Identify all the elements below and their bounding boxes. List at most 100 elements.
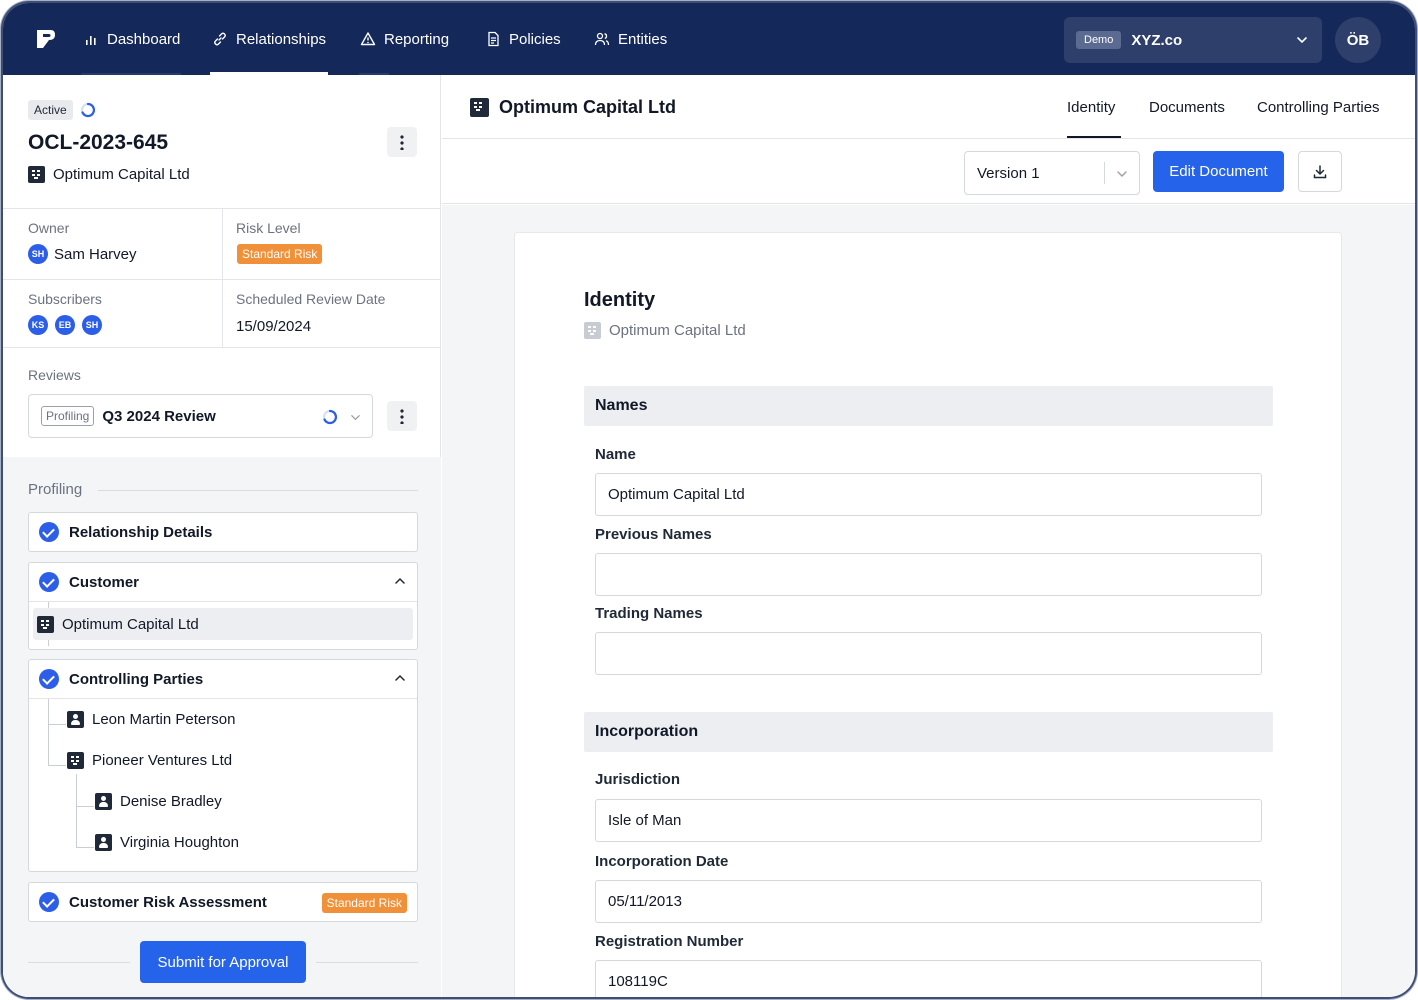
incorporation-date-label: Incorporation Date: [595, 853, 729, 870]
controlling-party-item[interactable]: Leon Martin Peterson: [29, 699, 417, 740]
person-icon: [67, 711, 84, 728]
document-subheading-text: Optimum Capital Ltd: [609, 322, 746, 339]
edit-document-button[interactable]: Edit Document: [1153, 151, 1284, 192]
divider: [316, 962, 418, 963]
case-entity[interactable]: Optimum Capital Ltd: [28, 166, 190, 183]
nav-dashboard[interactable]: Dashboard: [83, 3, 180, 75]
divider: [98, 490, 418, 491]
environment-badge: Demo: [1076, 31, 1122, 49]
user-avatar[interactable]: ÖB: [1335, 17, 1381, 63]
controlling-party-item[interactable]: Virginia Houghton: [29, 822, 417, 863]
review-date-label: Scheduled Review Date: [236, 291, 386, 307]
section-names: Names: [584, 386, 1273, 426]
document-entity-title: Optimum Capital Ltd: [470, 97, 676, 118]
subscriber-avatar: EB: [55, 315, 75, 335]
divider: [3, 279, 441, 280]
subscriber-avatar: SH: [82, 315, 102, 335]
chevron-down-icon: [1297, 37, 1307, 44]
nav-reporting[interactable]: Reporting: [360, 3, 449, 75]
document-subheading: Optimum Capital Ltd: [584, 322, 746, 339]
name-field[interactable]: [595, 473, 1262, 516]
registration-number-field[interactable]: [595, 960, 1262, 997]
nav-policies[interactable]: Policies: [485, 3, 561, 75]
step-relationship-details[interactable]: Relationship Details: [28, 512, 418, 552]
trading-names-field[interactable]: [595, 632, 1262, 675]
party-name: Pioneer Ventures Ltd: [92, 752, 233, 769]
previous-names-label: Previous Names: [595, 526, 712, 543]
nav-label: Dashboard: [107, 30, 181, 48]
case-entity-name: Optimum Capital Ltd: [53, 166, 190, 183]
step-label: Relationship Details: [69, 523, 213, 541]
check-circle-icon: [39, 522, 59, 542]
risk-level-value: Standard Risk: [237, 244, 323, 264]
case-menu-button[interactable]: [387, 127, 417, 157]
person-icon: [95, 834, 112, 851]
organization-selector[interactable]: Demo XYZ.co: [1064, 17, 1322, 63]
owner-label: Owner: [28, 220, 70, 236]
organization-name: XYZ.co: [1131, 31, 1183, 49]
person-icon: [95, 793, 112, 810]
incorporation-date-field[interactable]: [595, 880, 1262, 923]
customer-entity-item[interactable]: Optimum Capital Ltd: [33, 608, 413, 640]
profiling-steps: Profiling Relationship Details Customer: [3, 457, 441, 997]
review-menu-button[interactable]: [387, 401, 417, 431]
version-value: Version 1: [977, 164, 1040, 182]
tab-documents[interactable]: Documents: [1149, 99, 1225, 116]
step-customer[interactable]: Customer Optimum Capital Ltd: [28, 562, 418, 650]
review-selector[interactable]: Profiling Q3 2024 Review: [28, 394, 373, 438]
subscriber-avatar: KS: [28, 315, 48, 335]
controlling-party-item[interactable]: Pioneer Ventures Ltd: [29, 740, 417, 781]
party-name: Virginia Houghton: [120, 834, 239, 851]
nav-label: Reporting: [384, 30, 450, 48]
subscribers-list[interactable]: KS EB SH: [28, 315, 102, 335]
document-toolbar: Version 1 Edit Document: [442, 140, 1415, 204]
nav-entities[interactable]: Entities: [594, 3, 667, 75]
step-customer-risk-assessment[interactable]: Customer Risk Assessment Standard Risk: [28, 882, 418, 922]
more-vertical-icon: [400, 134, 404, 150]
nav-label: Relationships: [236, 30, 327, 48]
step-controlling-parties[interactable]: Controlling Parties Leon Martin Peterson…: [28, 659, 418, 872]
review-name: Q3 2024 Review: [102, 407, 216, 425]
trading-names-label: Trading Names: [595, 605, 703, 622]
building-icon: [37, 615, 54, 633]
version-selector[interactable]: Version 1: [964, 151, 1140, 195]
relationship-sidebar: Active OCL-2023-645 Optimum Capital Ltd …: [3, 75, 441, 997]
document-title-text: Optimum Capital Ltd: [499, 97, 676, 117]
tab-controlling-parties[interactable]: Controlling Parties: [1257, 99, 1380, 116]
check-circle-icon: [39, 572, 59, 592]
more-vertical-icon: [400, 408, 404, 424]
warning-triangle-icon: [360, 32, 376, 46]
chevron-up-icon[interactable]: [395, 673, 405, 683]
nav-relationships[interactable]: Relationships: [212, 3, 326, 75]
chevron-up-icon[interactable]: [395, 576, 405, 586]
risk-badge: Standard Risk: [237, 244, 323, 264]
users-icon: [594, 32, 610, 46]
document-page: Identity Optimum Capital Ltd Names Name …: [514, 232, 1342, 997]
reviews-label: Reviews: [28, 367, 81, 383]
building-icon: [470, 98, 489, 117]
nav-label: Policies: [509, 30, 561, 48]
submit-for-approval-button[interactable]: Submit for Approval: [140, 941, 306, 983]
owner-avatar: SH: [28, 244, 48, 264]
document-canvas: Identity Optimum Capital Ltd Names Name …: [442, 205, 1415, 997]
divider: [28, 962, 130, 963]
bar-chart-icon: [86, 36, 96, 45]
document-icon: [488, 31, 499, 47]
controlling-party-item[interactable]: Denise Bradley: [29, 781, 417, 822]
tab-identity[interactable]: Identity: [1067, 99, 1115, 116]
step-label: Controlling Parties: [69, 670, 204, 688]
check-circle-icon: [39, 892, 59, 912]
owner-value[interactable]: SH Sam Harvey: [28, 244, 137, 264]
tab-active-indicator: [1067, 136, 1121, 138]
party-name: Denise Bradley: [120, 793, 222, 810]
building-icon: [67, 752, 84, 769]
app-logo-icon[interactable]: [35, 28, 57, 50]
step-label: Customer: [69, 573, 140, 591]
building-icon: [28, 166, 45, 183]
download-button[interactable]: [1298, 151, 1342, 192]
top-navigation: Dashboard Relationships Reporting Polici…: [3, 3, 1415, 75]
previous-names-field[interactable]: [595, 553, 1262, 596]
download-icon: [1313, 164, 1327, 178]
jurisdiction-field[interactable]: [595, 799, 1262, 842]
app-window: Dashboard Relationships Reporting Polici…: [3, 3, 1415, 997]
